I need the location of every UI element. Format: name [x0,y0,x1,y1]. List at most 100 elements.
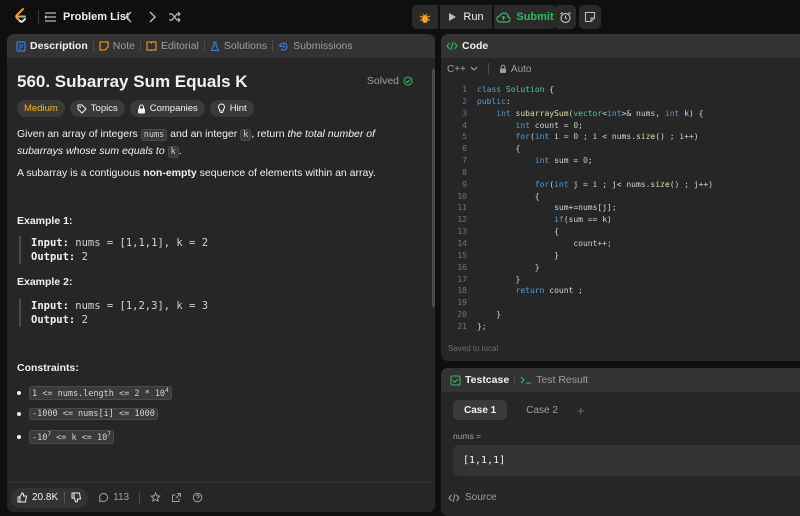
run-controls: Run Submit [412,5,556,29]
tab-description[interactable]: Description [11,34,93,58]
chevron-down-icon [470,66,478,72]
case-1-tab[interactable]: Case 1 [453,400,508,420]
next-problem-button[interactable] [143,8,161,26]
code-line: 20 } [441,309,800,321]
description-tabs-bar: Description Note Editorial Solutions Sub… [7,34,435,58]
line-number: 2 [462,96,467,106]
description-panel: Description Note Editorial Solutions Sub… [7,34,435,512]
companies-badge[interactable]: Companies [129,100,205,117]
code-editor[interactable]: 1 class Solution {2 public: 3 int subarrayS… [441,84,800,333]
chevron-right-icon [147,11,157,23]
problem-badges: Medium Topics Companies Hint [17,100,254,117]
submit-button[interactable]: Submit [494,5,556,29]
play-icon [448,12,457,22]
language-label: C++ [447,63,466,75]
dislike-button[interactable] [65,492,88,503]
code-line: 3 int subarraySum(vector<int>& nums, int… [441,108,800,120]
feedback-button[interactable] [192,492,203,503]
favorite-button[interactable] [150,492,162,503]
code-line: 12 if(sum == k) [441,214,800,226]
line-number: 20 [457,310,467,320]
debug-button[interactable] [412,5,438,29]
saved-status: Saved to local [448,344,499,353]
run-button[interactable]: Run [440,5,492,29]
bullet [17,390,21,395]
prev-problem-button[interactable] [120,8,138,26]
code-brackets-icon [446,41,458,51]
notes-button[interactable] [579,5,601,29]
problem-list-button[interactable]: Problem List [44,8,130,26]
example-1-title: Example 1: [17,215,73,227]
case-tabs: Case 1 Case 2 + [453,400,585,420]
code-line: 5 for(int i = 0 ; i < nums.size() ; i++) [441,131,800,143]
add-case-button[interactable]: + [577,403,585,418]
description-footer: 20.8K 113 [7,482,435,512]
code-line: 9 for(int j = i ; j< nums.size() ; j++) [441,179,800,191]
timer-button[interactable] [554,5,576,29]
document-icon [16,40,26,52]
code-text: count++; [477,238,612,248]
divider [487,63,489,75]
constraint-text: -10 [32,432,48,443]
language-select[interactable]: C++ [447,64,478,75]
inline-code: nums [140,129,168,141]
testcase-panel: Testcase Test Result Case 1 Case 2 + num… [441,368,800,516]
hint-badge[interactable]: Hint [209,100,254,117]
code-text: { [477,144,521,154]
difficulty-badge: Medium [17,100,65,117]
description-scrollbar[interactable] [432,66,435,512]
tab-testcase[interactable]: Testcase [445,368,514,392]
code-toolbar: C++ Auto [447,60,531,78]
constraint-text: <= k <= 10 [50,432,108,443]
share-icon [171,492,182,503]
argument-input[interactable]: [1,1,1] [453,445,800,476]
tab-editorial[interactable]: Editorial [141,34,204,58]
constraints-title: Constraints: [17,362,79,374]
share-button[interactable] [171,492,182,503]
source-label: Source [465,492,497,503]
run-label: Run [463,11,484,23]
line-number: 21 [457,321,467,331]
tag-icon [77,104,87,114]
sticky-note-icon [584,11,596,23]
code-text: { [477,191,540,201]
book-icon [146,41,157,51]
like-button[interactable]: 20.8K [11,492,64,503]
auto-mode-toggle[interactable]: Auto [499,63,532,75]
tab-solutions[interactable]: Solutions [205,34,272,58]
vote-group: 20.8K [11,487,89,508]
auto-label: Auto [510,63,532,75]
bullet [17,412,21,416]
inline-code: k [167,146,179,158]
line-number: 17 [457,274,467,284]
tab-submissions[interactable]: Submissions [273,34,358,58]
solved-status: Solved [367,75,413,87]
comments-button[interactable]: 113 [98,492,129,503]
tab-note[interactable]: Note [94,34,140,58]
random-problem-button[interactable] [165,8,183,26]
code-line: 19 [441,297,800,309]
tab-testcase-label: Testcase [465,374,510,386]
tab-editorial-label: Editorial [160,40,199,52]
code-text: for(int j = i ; j< nums.size() ; j++) [534,179,714,189]
line-number: 19 [457,298,467,308]
line-number: 4 [462,120,467,130]
case-2-tab[interactable]: Case 2 [515,400,569,420]
line-number: 18 [457,286,467,296]
desc-text: , return [251,128,288,140]
testcase-panel-header: Testcase Test Result [441,368,800,392]
line-number: 9 [462,179,467,189]
example-output-label: Output: [31,314,76,326]
tab-test-result[interactable]: Test Result [515,368,593,392]
line-number: 16 [457,262,467,272]
topics-badge[interactable]: Topics [69,100,125,117]
line-number: 3 [462,108,467,118]
source-button[interactable]: Source [448,492,497,503]
alarm-clock-icon [559,11,572,24]
leetcode-logo-icon[interactable] [12,7,30,25]
line-number: 7 [462,156,467,166]
tab-code[interactable]: Code [441,34,493,58]
tab-solutions-label: Solutions [223,40,268,52]
divider [38,10,39,24]
scrollbar-thumb[interactable] [432,68,435,308]
